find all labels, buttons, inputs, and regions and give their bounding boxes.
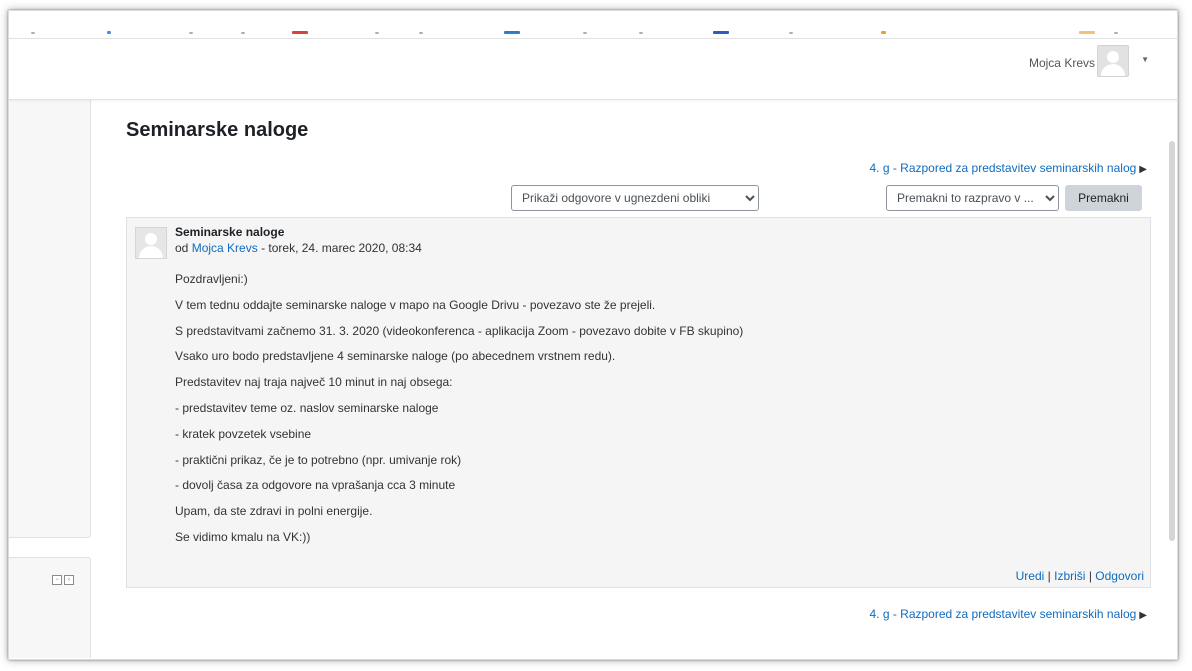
reply-link[interactable]: Odgovori	[1095, 569, 1144, 583]
user-avatar[interactable]	[1097, 45, 1129, 77]
page-content: Forum novic Seminarske naloge 4. g - Raz…	[9, 11, 1177, 659]
move-discussion-select[interactable]: Premakni to razpravo v ...	[886, 185, 1059, 211]
chevron-down-icon[interactable]: ▼	[1141, 55, 1149, 64]
block-controls: −‹	[52, 575, 74, 585]
post-subject: Seminarske naloge	[175, 225, 285, 239]
post-line: Upam, da ste zdravi in polni energije.	[175, 504, 373, 519]
post-line: Se vidimo kmalu na VK:))	[175, 529, 311, 544]
top-navbar: Mojca Krevs ▼	[9, 38, 1177, 100]
delete-link[interactable]: Izbriši	[1054, 569, 1085, 583]
by-prefix: od	[175, 241, 189, 255]
browser-window: Forum novic Seminarske naloge 4. g - Raz…	[8, 10, 1178, 660]
post-line: - praktični prikaz, če je to potrebno (n…	[175, 452, 462, 467]
post-body: Pozdravljeni:) V tem tednu oddajte semin…	[175, 272, 1135, 556]
post-commands: Uredi | Izbriši | Odgovori	[1016, 569, 1144, 583]
post-line: V tem tednu oddajte seminarske naloge v …	[175, 297, 656, 312]
next-discussion-label: 4. g - Razpored za predstavitev seminars…	[869, 607, 1137, 621]
discussion-title: Seminarske naloge	[126, 119, 309, 141]
command-separator: |	[1047, 569, 1051, 583]
scrollbar-thumb[interactable]	[1169, 141, 1175, 541]
user-name[interactable]: Mojca Krevs	[1029, 56, 1095, 70]
triangle-right-icon: ▶	[1139, 610, 1147, 621]
post-date: - torek, 24. marec 2020, 08:34	[261, 241, 422, 255]
move-button[interactable]: Premakni	[1065, 185, 1142, 211]
next-discussion-label: 4. g - Razpored za predstavitev seminars…	[869, 161, 1137, 175]
post-line: Vsako uro bodo predstavljene 4 seminarsk…	[175, 349, 616, 364]
dock-block-icon[interactable]: −	[52, 575, 62, 585]
post-line: Pozdravljeni:)	[175, 272, 248, 286]
command-separator: |	[1088, 569, 1092, 583]
collapse-block-icon[interactable]: ‹	[64, 575, 74, 585]
edit-link[interactable]: Uredi	[1016, 569, 1045, 583]
post-line: - predstavitev teme oz. naslov seminarsk…	[175, 400, 439, 415]
left-block-panel-2: − ‹	[9, 557, 91, 658]
post-byline: od Mojca Krevs - torek, 24. marec 2020, …	[175, 241, 422, 255]
post-line: - kratek povzetek vsebine	[175, 426, 312, 441]
post-line: - dovolj časa za odgovore na vprašanja c…	[175, 478, 456, 493]
next-discussion-link-top[interactable]: 4. g - Razpored za predstavitev seminars…	[869, 161, 1147, 175]
display-mode-select[interactable]: Prikaži odgovore v ugnezdeni obliki	[511, 185, 759, 211]
author-avatar[interactable]	[135, 227, 167, 259]
next-discussion-link-bottom[interactable]: 4. g - Razpored za predstavitev seminars…	[869, 607, 1147, 621]
post-line: Predstavitev naj traja največ 10 minut i…	[175, 375, 453, 390]
left-block-panel: −‹	[9, 39, 91, 538]
triangle-right-icon: ▶	[1139, 164, 1147, 175]
post-line: S predstavitvami začnemo 31. 3. 2020 (vi…	[175, 323, 744, 338]
author-link[interactable]: Mojca Krevs	[192, 241, 258, 255]
forum-post: Seminarske naloge od Mojca Krevs - torek…	[126, 217, 1151, 588]
